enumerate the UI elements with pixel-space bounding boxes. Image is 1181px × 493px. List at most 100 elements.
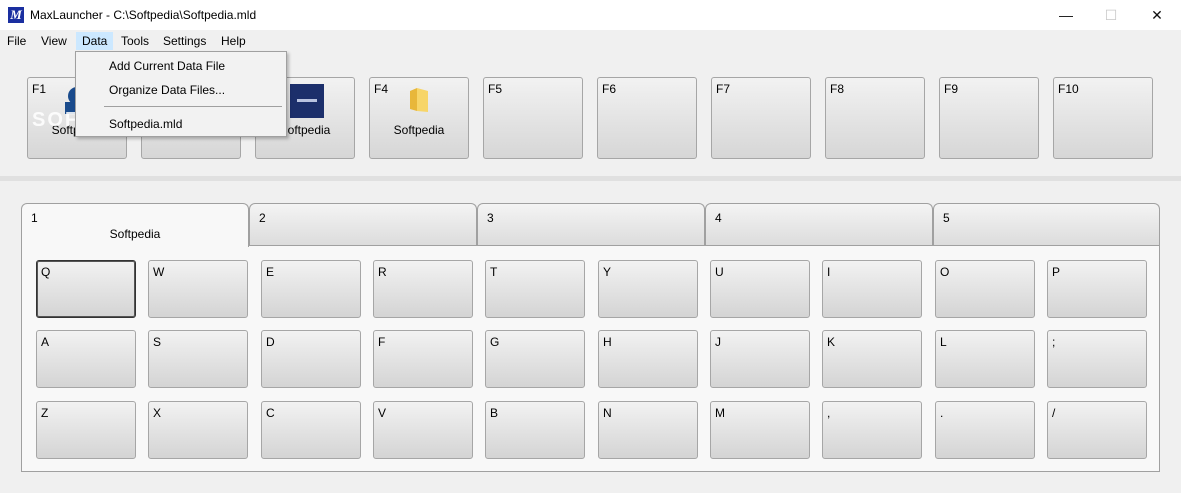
data-menu-dropdown: Add Current Data File Organize Data File… <box>75 51 287 137</box>
key-label: G <box>490 335 500 349</box>
panel-divider[interactable] <box>0 176 1181 181</box>
key-label: , <box>827 406 831 420</box>
tab-page: Q W E R T Y U I O P A S D F G H J K L ; … <box>21 245 1160 472</box>
key-button[interactable]: / <box>1047 401 1147 459</box>
key-label: A <box>41 335 50 349</box>
key-label: F1 <box>32 82 47 96</box>
tab-4[interactable]: 4 <box>705 203 933 245</box>
key-button[interactable]: R <box>373 260 473 318</box>
key-button[interactable]: H <box>598 330 698 388</box>
menu-settings[interactable]: Settings <box>163 34 206 48</box>
key-label: F6 <box>602 82 617 96</box>
key-button[interactable]: G <box>485 330 585 388</box>
key-button[interactable]: X <box>148 401 248 459</box>
key-button[interactable]: T <box>485 260 585 318</box>
fkey-button[interactable]: F5 <box>483 77 583 159</box>
tab-number: 5 <box>943 211 950 225</box>
menu-add-current-data-file[interactable]: Add Current Data File <box>109 59 225 73</box>
key-button[interactable]: M <box>710 401 810 459</box>
key-label: Q <box>41 265 51 279</box>
title-bar: M MaxLauncher - C:\Softpedia\Softpedia.m… <box>0 0 1181 30</box>
key-button[interactable]: Z <box>36 401 136 459</box>
key-button[interactable]: A <box>36 330 136 388</box>
tab-caption: Softpedia <box>109 227 161 241</box>
menu-organize-data-files[interactable]: Organize Data Files... <box>109 83 225 97</box>
key-button[interactable]: Q <box>36 260 136 318</box>
key-button[interactable]: D <box>261 330 361 388</box>
key-button[interactable]: O <box>935 260 1035 318</box>
key-label: O <box>940 265 950 279</box>
key-button[interactable]: P <box>1047 260 1147 318</box>
key-label: ; <box>1052 335 1056 349</box>
key-label: C <box>266 406 275 420</box>
key-button[interactable]: J <box>710 330 810 388</box>
menu-tools[interactable]: Tools <box>121 34 149 48</box>
menu-view[interactable]: View <box>41 34 67 48</box>
menu-help[interactable]: Help <box>221 34 246 48</box>
minimize-button[interactable]: — <box>1043 0 1089 30</box>
key-label: F <box>378 335 386 349</box>
key-button[interactable]: I <box>822 260 922 318</box>
key-button[interactable]: N <box>598 401 698 459</box>
tab-control: 1 Softpedia 2 3 4 5 Q W E R T Y U I O P … <box>21 203 1160 472</box>
key-label: Y <box>603 265 612 279</box>
key-label: P <box>1052 265 1061 279</box>
key-label: F9 <box>944 82 959 96</box>
key-label: W <box>153 265 165 279</box>
menu-data[interactable]: Data <box>76 32 114 50</box>
fkey-button[interactable]: F4 Softpedia <box>369 77 469 159</box>
key-button[interactable]: K <box>822 330 922 388</box>
window-title: MaxLauncher - C:\Softpedia\Softpedia.mld <box>30 8 257 22</box>
close-button[interactable]: ✕ <box>1134 0 1180 30</box>
key-button[interactable]: S <box>148 330 248 388</box>
key-button[interactable]: U <box>710 260 810 318</box>
fkey-button[interactable]: F8 <box>825 77 925 159</box>
key-label: I <box>827 265 831 279</box>
key-button[interactable]: C <box>261 401 361 459</box>
key-label: B <box>490 406 499 420</box>
key-caption: Softpedia <box>393 123 445 137</box>
key-label: S <box>153 335 162 349</box>
key-label: F4 <box>374 82 389 96</box>
fkey-button[interactable]: F10 <box>1053 77 1153 159</box>
key-button[interactable]: . <box>935 401 1035 459</box>
tab-number: 1 <box>31 211 38 225</box>
tab-3[interactable]: 3 <box>477 203 705 245</box>
maximize-button[interactable]: ☐ <box>1088 0 1134 30</box>
fkey-button[interactable]: F7 <box>711 77 811 159</box>
folder-icon <box>410 88 428 112</box>
menu-recent-file[interactable]: Softpedia.mld <box>109 117 182 131</box>
key-label: T <box>490 265 498 279</box>
key-label: / <box>1052 406 1056 420</box>
key-label: F5 <box>488 82 503 96</box>
key-label: Z <box>41 406 49 420</box>
key-label: R <box>378 265 387 279</box>
key-button[interactable]: W <box>148 260 248 318</box>
app-logo-icon[interactable]: M <box>8 7 24 23</box>
key-label: K <box>827 335 836 349</box>
key-button[interactable]: L <box>935 330 1035 388</box>
key-button[interactable]: , <box>822 401 922 459</box>
key-button[interactable]: E <box>261 260 361 318</box>
key-label: F8 <box>830 82 845 96</box>
key-label: V <box>378 406 387 420</box>
thumbnail-icon <box>290 84 324 118</box>
key-label: D <box>266 335 275 349</box>
key-button[interactable]: V <box>373 401 473 459</box>
key-label: M <box>715 406 725 420</box>
key-label: X <box>153 406 162 420</box>
menu-file[interactable]: File <box>7 34 26 48</box>
tab-5[interactable]: 5 <box>933 203 1160 245</box>
tab-1[interactable]: 1 Softpedia <box>21 203 249 247</box>
key-button[interactable]: ; <box>1047 330 1147 388</box>
fkey-button[interactable]: F6 <box>597 77 697 159</box>
fkey-button[interactable]: F9 <box>939 77 1039 159</box>
key-button[interactable]: F <box>373 330 473 388</box>
tab-number: 4 <box>715 211 722 225</box>
tab-2[interactable]: 2 <box>249 203 477 245</box>
key-label: N <box>603 406 612 420</box>
key-button[interactable]: Y <box>598 260 698 318</box>
key-label: . <box>940 406 944 420</box>
key-button[interactable]: B <box>485 401 585 459</box>
key-label: H <box>603 335 612 349</box>
